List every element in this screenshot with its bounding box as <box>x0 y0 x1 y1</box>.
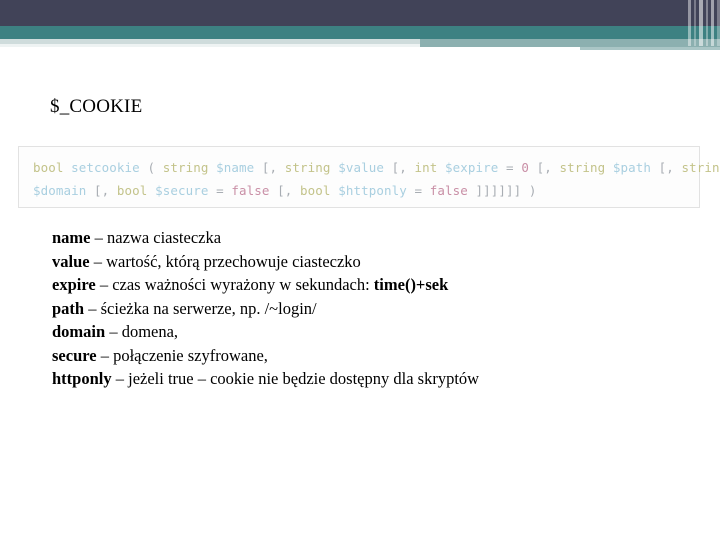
parameter-item: domain – domena, <box>52 320 672 344</box>
header-band-low-right <box>580 47 720 50</box>
code-line-1: bool setcookie ( string $name [, string … <box>33 156 720 179</box>
code-token: [, <box>86 183 117 198</box>
code-token: [, <box>269 183 301 198</box>
parameter-description-emphasis: time()+sek <box>373 275 449 294</box>
code-token: = <box>506 160 514 175</box>
header-vertical-stripe-4 <box>706 0 708 46</box>
code-token: = <box>216 183 224 198</box>
parameter-description: jeżeli true – cookie nie będzie dostępny… <box>128 369 480 388</box>
code-token: $value <box>338 160 384 175</box>
code-token: $expire <box>445 160 499 175</box>
parameter-separator: – <box>84 298 101 318</box>
code-token: 0 <box>521 160 529 175</box>
code-token: string <box>559 160 606 175</box>
code-token: bool <box>33 160 64 175</box>
code-token: $path <box>612 160 652 175</box>
header-band-light-teal-right <box>420 39 720 47</box>
parameter-item: value – wartość, którą przechowuje ciast… <box>52 250 672 274</box>
slide-header-banner <box>0 0 720 58</box>
code-token: $domain <box>33 183 87 198</box>
parameter-name: secure <box>52 345 97 365</box>
parameter-description: czas ważności wyrażony w sekundach: <box>112 275 374 294</box>
parameter-separator: – <box>105 322 122 341</box>
header-band-teal <box>0 26 720 39</box>
parameter-name: httponly <box>52 369 112 388</box>
parameter-name: value <box>52 251 90 271</box>
code-token: [, <box>651 160 682 175</box>
code-token: bool <box>116 183 148 198</box>
code-token: int <box>414 160 438 175</box>
header-vertical-stripe-1 <box>688 0 691 46</box>
parameter-name: expire <box>52 275 96 294</box>
parameter-separator: – <box>111 369 129 388</box>
parameter-separator: – <box>95 275 113 294</box>
parameter-item: name – nazwa ciasteczka <box>52 226 672 250</box>
code-token: [, <box>383 160 415 175</box>
parameter-description-list: name – nazwa ciasteczka value – wartość, … <box>52 226 672 391</box>
code-token: $httponly <box>338 183 407 198</box>
code-token: $secure <box>155 183 209 198</box>
parameter-name: domain <box>52 322 106 341</box>
code-token: = <box>414 183 423 198</box>
parameter-description: domena, <box>121 322 179 341</box>
page-title: $_COOKIE <box>50 96 143 117</box>
code-token: [, <box>254 160 285 175</box>
parameter-item: secure – połączenie szyfrowane, <box>52 344 672 368</box>
parameter-separator: – <box>89 251 107 271</box>
parameter-description: ścieżka na serwerze, np. /~login/ <box>100 298 317 318</box>
header-vertical-stripe-3 <box>699 0 703 46</box>
code-token: string <box>284 160 331 175</box>
code-line-2: $domain [, bool $secure = false [, bool … <box>33 179 687 202</box>
parameter-name: path <box>52 298 85 318</box>
parameter-item: path – ścieżka na serwerze, np. /~login/ <box>52 297 672 321</box>
parameter-name: name <box>52 228 91 247</box>
code-token: ]]]]]] ) <box>467 183 537 198</box>
parameter-separator: – <box>90 228 107 247</box>
code-token: bool <box>300 183 331 198</box>
code-token: $name <box>216 160 255 175</box>
parameter-description: wartość, którą przechowuje ciasteczko <box>106 251 361 271</box>
code-token: string <box>681 160 720 175</box>
code-token: false <box>231 183 270 198</box>
code-token: false <box>429 183 468 198</box>
header-vertical-stripe-5 <box>711 0 714 46</box>
code-token: ( <box>147 160 156 175</box>
code-signature-box: bool setcookie ( string $name [, string … <box>18 146 720 208</box>
code-token: string <box>162 160 209 175</box>
code-token: setcookie <box>71 160 140 175</box>
parameter-item: httponly – jeżeli true – cookie nie będz… <box>52 367 672 391</box>
parameter-description: połączenie szyfrowane, <box>113 345 268 365</box>
parameter-description: nazwa ciasteczka <box>107 228 222 247</box>
parameter-item: expire – czas ważności wyrażony w sekund… <box>52 273 672 297</box>
code-token: [, <box>528 160 560 175</box>
header-band-dark <box>0 0 720 26</box>
header-band-pale-left-secondary <box>0 44 420 47</box>
parameter-separator: – <box>96 345 114 365</box>
header-vertical-stripe-2 <box>694 0 696 46</box>
